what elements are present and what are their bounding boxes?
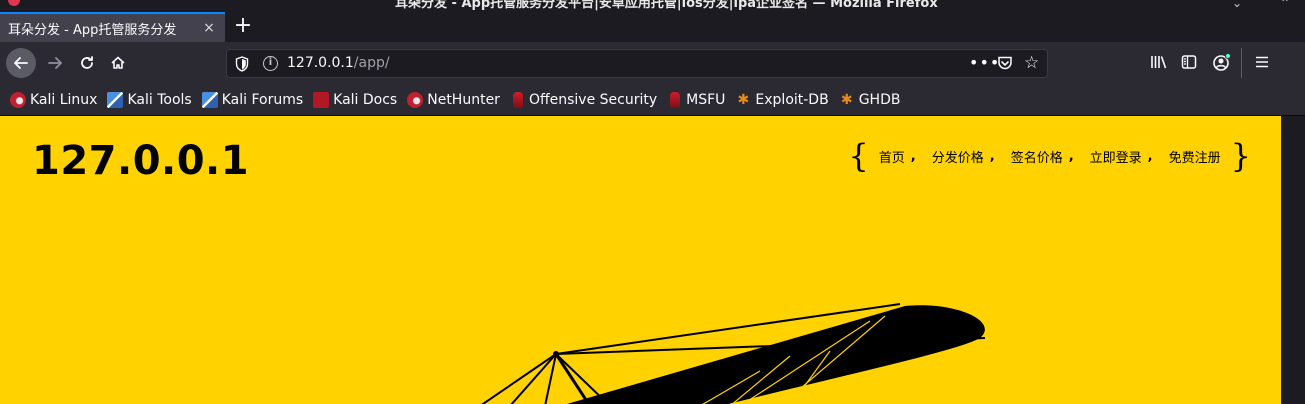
home-button[interactable] (103, 48, 133, 78)
title-bar: 耳朵分发 - App托管服务分发平台|安卓应用托管|ios分发|ipa企业签名 … (0, 0, 1305, 42)
kali-docs-icon (313, 91, 330, 108)
window-close-button[interactable] (8, 0, 20, 6)
window-title: 耳朵分发 - App托管服务分发平台|安卓应用托管|ios分发|ipa企业签名 … (395, 0, 938, 11)
bookmarks-toolbar: Kali Linux Kali Tools Kali Forums Kali D… (0, 84, 1305, 116)
bookmark-offensive-security[interactable]: Offensive Security (510, 91, 657, 108)
pocket-icon[interactable] (997, 56, 1013, 71)
minimize-icon[interactable]: ⌄ (1232, 0, 1242, 10)
paper-plane-illustration (481, 303, 986, 404)
exploit-db-icon: ✱ (840, 91, 853, 108)
bookmark-msfu[interactable]: MSFU (667, 91, 725, 108)
tracking-shield-icon[interactable] (235, 56, 249, 72)
reload-button[interactable] (72, 48, 102, 78)
exploit-db-icon: ✱ (737, 91, 750, 108)
bookmark-kali-forums[interactable]: Kali Forums (201, 91, 303, 108)
reload-icon (81, 56, 93, 69)
kali-tools-icon (201, 91, 218, 108)
offsec-icon (512, 91, 523, 108)
kali-tools-icon (107, 91, 124, 108)
tab-title: 耳朵分发 - App托管服务分发 (8, 22, 177, 38)
url-text[interactable]: 127.0.0.1/app/ (287, 55, 390, 71)
kali-icon (10, 91, 26, 108)
bookmark-nethunter[interactable]: NetHunter (407, 91, 500, 108)
navigation-toolbar: i 127.0.0.1/app/ ••• ☆ (0, 42, 1305, 84)
page-scrollbar[interactable] (1281, 116, 1305, 404)
sidebar-icon[interactable] (1181, 54, 1197, 70)
active-tab[interactable]: 耳朵分发 - App托管服务分发 × (0, 12, 225, 42)
back-arrow-icon (14, 57, 28, 69)
offsec-icon (670, 91, 681, 108)
account-icon[interactable] (1212, 52, 1232, 72)
site-info-icon[interactable]: i (263, 56, 278, 71)
back-button[interactable] (6, 48, 36, 78)
url-bar[interactable]: i 127.0.0.1/app/ ••• ☆ (226, 49, 1048, 78)
tab-close-icon[interactable]: × (201, 20, 217, 36)
new-tab-button[interactable]: + (232, 14, 254, 40)
menu-icon[interactable] (1254, 54, 1270, 70)
toolbar-separator (1241, 48, 1242, 78)
bookmark-kali-docs[interactable]: Kali Docs (313, 91, 397, 108)
page-content: 127.0.0.1 { 首页 , 分发价格 , 签名价格 , 立即登录 , 免费… (0, 116, 1281, 404)
bookmark-star-icon[interactable]: ☆ (1024, 53, 1039, 73)
maximize-icon[interactable]: ⌃ (1280, 0, 1290, 10)
library-icon[interactable] (1150, 54, 1168, 70)
forward-arrow-icon (48, 57, 62, 69)
bookmark-kali-tools[interactable]: Kali Tools (107, 91, 192, 108)
page-actions-icon[interactable]: ••• (969, 53, 1000, 72)
bookmark-exploit-db[interactable]: ✱ Exploit-DB (735, 91, 829, 108)
bookmark-ghdb[interactable]: ✱ GHDB (839, 92, 901, 108)
kali-icon (407, 91, 424, 108)
bookmark-kali-linux[interactable]: Kali Linux (10, 91, 97, 108)
home-icon (111, 56, 125, 69)
forward-button[interactable] (40, 48, 70, 78)
